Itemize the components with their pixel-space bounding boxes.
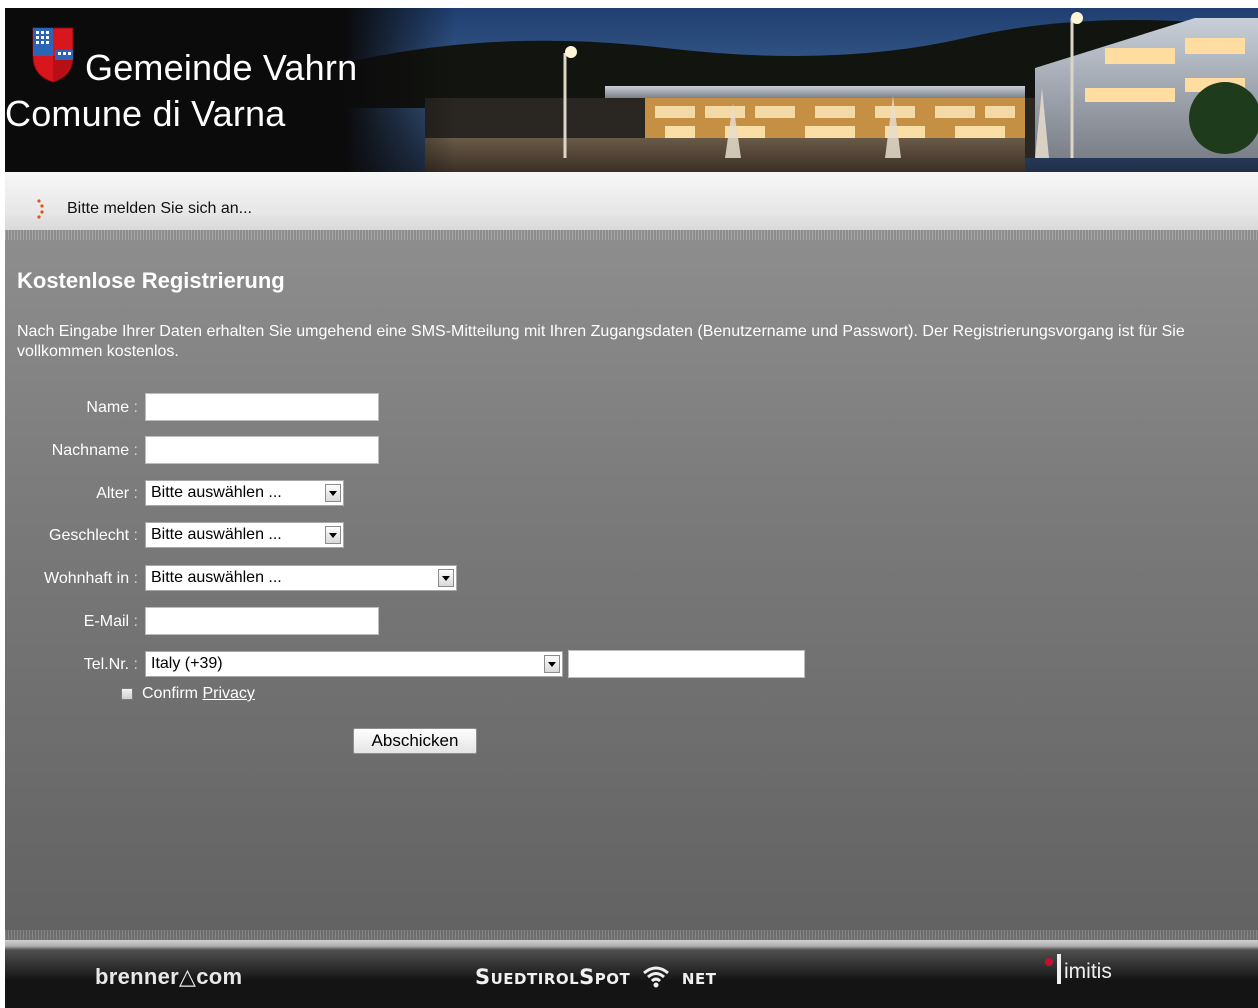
alter-select[interactable]: Bitte auswählen ... xyxy=(145,480,344,506)
page: Gemeinde Vahrn Comune di Varna Bitte mel… xyxy=(5,8,1258,1008)
delta-icon: △ xyxy=(179,964,197,989)
form-row-wohnhaft: Wohnhaft in : Bitte auswählen ... xyxy=(5,564,505,594)
colon: : xyxy=(133,656,138,673)
registration-heading: Kostenlose Registrierung xyxy=(17,268,285,293)
registration-panel: Kostenlose Registrierung Nach Eingabe Ih… xyxy=(5,230,1258,940)
form-row-nachname: Nachname : xyxy=(5,436,405,466)
country-code-selected: Italy (+39) xyxy=(151,655,223,672)
hatch-divider xyxy=(5,930,1258,940)
email-label: E-Mail xyxy=(83,613,130,630)
header-title-de: Gemeinde Vahrn xyxy=(85,47,358,88)
email-input[interactable] xyxy=(145,607,379,635)
chevron-down-icon[interactable] xyxy=(438,569,454,587)
alter-label: Alter xyxy=(96,485,130,502)
colon: : xyxy=(133,442,138,459)
colon: : xyxy=(133,613,138,630)
login-prompt[interactable]: Bitte melden Sie sich an... xyxy=(67,200,252,218)
red-dot-icon xyxy=(1045,958,1053,966)
registration-intro: Nach Eingabe Ihrer Daten erhalten Sie um… xyxy=(17,323,1185,360)
privacy-link[interactable]: Privacy xyxy=(202,685,254,702)
dotted-arrow-icon xyxy=(37,199,44,219)
name-label: Name xyxy=(86,399,130,416)
colon: : xyxy=(133,570,138,587)
brenner-logo-suffix: com xyxy=(196,964,243,989)
coat-of-arms-icon xyxy=(32,27,74,83)
geschlecht-select[interactable]: Bitte auswählen ... xyxy=(145,522,344,548)
form-row-name: Name : xyxy=(5,393,405,423)
chevron-down-icon[interactable] xyxy=(325,484,341,502)
country-code-select[interactable]: Italy (+39) xyxy=(145,651,563,677)
header-title-it: Comune di Varna xyxy=(5,93,286,134)
nachname-label: Nachname xyxy=(51,442,130,459)
net-logo-text: net xyxy=(681,965,717,989)
wifi-icon xyxy=(643,966,670,988)
submit-button[interactable]: Abschicken xyxy=(353,728,477,754)
footer: brenner△com SuedtirolSpot net imitis xyxy=(5,940,1258,1008)
brenner-logo-text: brenner xyxy=(95,964,180,989)
brenner-logo[interactable]: brenner△com xyxy=(95,964,242,990)
limitis-logo[interactable]: imitis xyxy=(1045,954,1112,984)
wohnhaft-label: Wohnhaft in xyxy=(44,570,130,587)
form-row-alter: Alter : Bitte auswählen ... xyxy=(5,479,405,509)
alter-selected: Bitte auswählen ... xyxy=(151,484,282,501)
hatch-divider xyxy=(5,230,1258,240)
geschlecht-label: Geschlecht xyxy=(49,527,130,544)
limitis-l-mark xyxy=(1057,954,1061,984)
login-bar: Bitte melden Sie sich an... xyxy=(5,172,1258,230)
privacy-checkbox[interactable] xyxy=(121,688,133,700)
form-row-tel: Tel.Nr. : Italy (+39) xyxy=(5,650,825,680)
form-row-email: E-Mail : xyxy=(5,607,405,637)
colon: : xyxy=(133,527,138,544)
colon: : xyxy=(133,485,138,502)
chevron-down-icon[interactable] xyxy=(544,655,560,673)
suedtirolspot-logo[interactable]: SuedtirolSpot net xyxy=(475,964,716,989)
geschlecht-selected: Bitte auswählen ... xyxy=(151,526,282,543)
wohnhaft-selected: Bitte auswählen ... xyxy=(151,569,282,586)
confirm-label: Confirm xyxy=(142,685,199,702)
nachname-input[interactable] xyxy=(145,436,379,464)
banner-photo xyxy=(345,8,1258,172)
tel-label: Tel.Nr. xyxy=(83,656,130,673)
header-banner: Gemeinde Vahrn Comune di Varna xyxy=(5,8,1258,172)
name-input[interactable] xyxy=(145,393,379,421)
phone-number-input[interactable] xyxy=(568,650,805,678)
wohnhaft-select[interactable]: Bitte auswählen ... xyxy=(145,565,457,591)
colon: : xyxy=(133,399,138,416)
limitis-logo-text: imitis xyxy=(1064,960,1112,983)
suedtirolspot-logo-text: SuedtirolSpot xyxy=(475,965,631,989)
chevron-down-icon[interactable] xyxy=(325,526,341,544)
form-row-geschlecht: Geschlecht : Bitte auswählen ... xyxy=(5,521,405,551)
